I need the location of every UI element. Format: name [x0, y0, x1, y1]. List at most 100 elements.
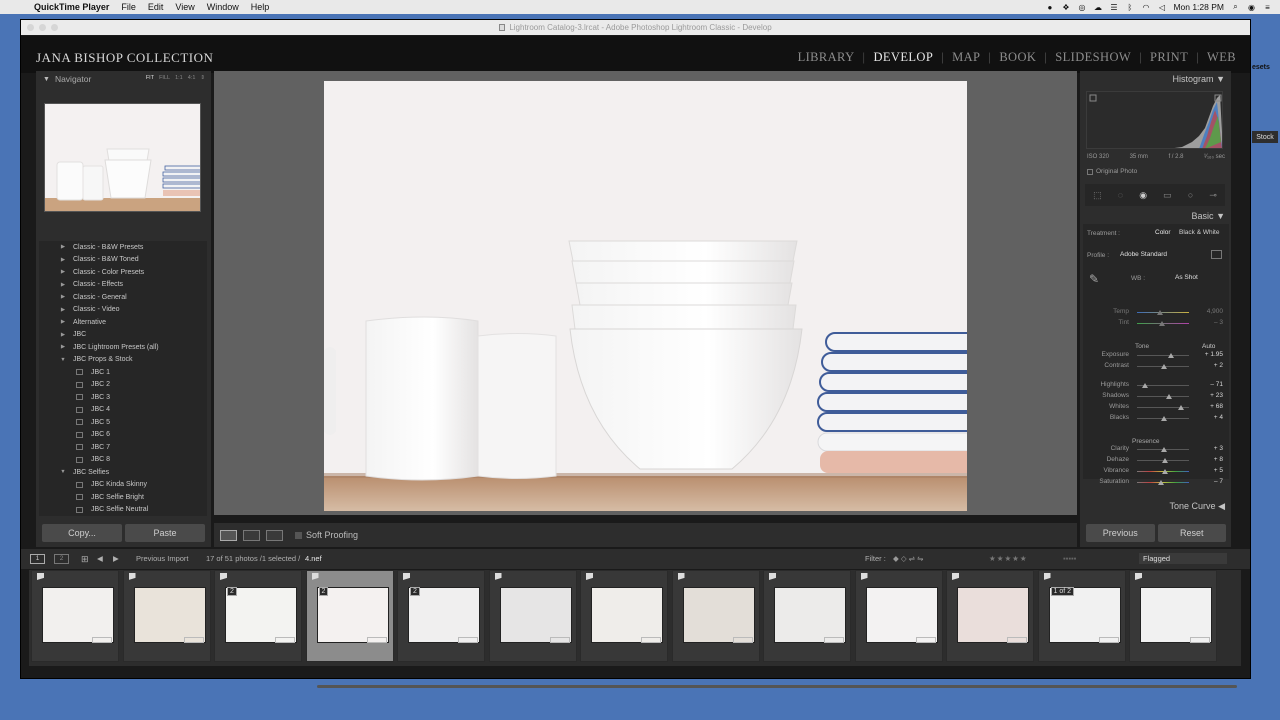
selected-filename[interactable]: 4.nef [305, 554, 322, 563]
collapsed-triangle-icon[interactable]: ▶ [59, 344, 67, 350]
secondary-window-button[interactable]: 2 [54, 554, 69, 564]
record-icon[interactable]: ● [1045, 3, 1054, 12]
preset-folder[interactable]: ▼ JBC Selfies [39, 466, 207, 479]
filmstrip-thumbnail[interactable] [31, 570, 119, 662]
tone-curve-header[interactable]: Tone Curve ◀ [1170, 501, 1225, 512]
siri-icon[interactable]: ◉ [1247, 3, 1256, 12]
spotlight-icon[interactable]: ⌕ [1231, 2, 1240, 12]
slider-thumb[interactable] [1159, 321, 1166, 326]
slider-value[interactable]: + 4 [1197, 414, 1223, 421]
slider-thumb[interactable] [1162, 458, 1169, 463]
histogram-graph[interactable] [1086, 91, 1223, 149]
minimize-window-icon[interactable] [39, 24, 46, 31]
flag-icon[interactable] [311, 573, 319, 580]
menu-edit[interactable]: Edit [148, 2, 164, 12]
histogram-header[interactable]: Histogram ▼ [1173, 74, 1225, 84]
preset-item[interactable]: JBC Selfie Bright [39, 491, 207, 504]
slider-value[interactable]: – 3 [1197, 319, 1223, 326]
flag-filter-icons[interactable]: ◆ ◇ ⇌ ⇋ [893, 554, 923, 563]
graduated-filter-icon[interactable]: ▭ [1163, 190, 1172, 201]
preset-folder[interactable]: ▶ Classic - B&W Toned [39, 254, 207, 267]
slider-value[interactable]: – 71 [1197, 381, 1223, 388]
volume-icon[interactable]: ◁ [1157, 3, 1166, 12]
slider-value[interactable]: + 8 [1197, 456, 1223, 463]
expanded-triangle-icon[interactable]: ▼ [59, 469, 67, 475]
menu-view[interactable]: View [175, 2, 194, 12]
filmstrip-thumbnail[interactable] [946, 570, 1034, 662]
menu-app-name[interactable]: QuickTime Player [34, 2, 109, 12]
flag-icon[interactable] [860, 573, 868, 580]
flag-icon[interactable] [769, 573, 776, 580]
wb-eyedropper-icon[interactable]: ✎ [1089, 272, 1099, 286]
collapsed-triangle-icon[interactable]: ▶ [59, 282, 67, 288]
flag-icon[interactable] [1135, 573, 1142, 580]
collapsed-triangle-icon[interactable]: ▶ [59, 319, 67, 325]
notification-center-icon[interactable]: ≡ [1263, 3, 1272, 12]
filmstrip-thumbnail[interactable]: 1 of 2 [1037, 570, 1126, 662]
collapsed-triangle-icon[interactable]: ▶ [59, 307, 67, 313]
back-arrow-icon[interactable]: ◀ [97, 554, 103, 563]
profile-browser-icon[interactable] [1211, 250, 1222, 259]
bluetooth-icon[interactable]: ᛒ [1125, 3, 1134, 12]
grid-view-icon[interactable]: ⊞ [81, 554, 89, 565]
preset-folder[interactable]: ▶ Classic - General [39, 291, 207, 304]
preset-item[interactable]: JBC 3 [39, 391, 207, 404]
previous-button[interactable]: Previous [1086, 524, 1155, 542]
red-eye-tool-icon[interactable]: ◉ [1139, 190, 1147, 201]
collapsed-triangle-icon[interactable]: ▶ [59, 257, 67, 263]
collapsed-triangle-icon[interactable]: ▶ [59, 294, 67, 300]
menu-window[interactable]: Window [207, 2, 239, 12]
wifi-icon[interactable]: ◠ [1141, 3, 1150, 12]
zoom-4-1[interactable]: 4:1 [188, 75, 196, 81]
preset-item[interactable]: JBC 5 [39, 416, 207, 429]
before-after-split-icon[interactable] [266, 529, 283, 541]
slider-thumb[interactable] [1157, 310, 1164, 315]
module-slideshow[interactable]: SLIDESHOW [1047, 50, 1139, 65]
filmstrip-thumbnail[interactable] [580, 570, 668, 662]
preset-item[interactable]: JBC 4 [39, 404, 207, 417]
slider-thumb[interactable] [1165, 394, 1172, 399]
star-rating-filter[interactable]: ★★★★★ [989, 554, 1028, 563]
module-book[interactable]: BOOK [991, 50, 1044, 65]
expanded-triangle-icon[interactable]: ▼ [59, 357, 67, 363]
filmstrip-thumbnail[interactable]: 2 [214, 570, 302, 662]
module-web[interactable]: WEB [1199, 50, 1244, 65]
preset-folder[interactable]: ▶ Classic - Video [39, 304, 207, 317]
auto-tone-button[interactable]: Auto [1202, 343, 1215, 350]
menubar-clock[interactable]: Mon 1:28 PM [1173, 2, 1224, 12]
primary-window-button[interactable]: 1 [30, 554, 45, 564]
flag-icon[interactable] [586, 573, 593, 580]
before-after-icon[interactable] [243, 529, 260, 541]
filmstrip-thumbnail[interactable] [671, 570, 760, 662]
preset-item[interactable]: JBC 1 [39, 366, 207, 379]
image-canvas[interactable] [214, 71, 1077, 515]
dropbox-icon[interactable]: ❖ [1061, 3, 1070, 12]
navigator-header[interactable]: ▼ Navigator FIT FILL 1:1 4:1 ⇕ [36, 71, 211, 87]
slider-thumb[interactable] [1168, 353, 1175, 358]
slider-thumb[interactable] [1177, 405, 1184, 410]
menu-help[interactable]: Help [251, 2, 270, 12]
filmstrip-thumbnail[interactable] [122, 570, 211, 662]
slider-thumb[interactable] [1160, 447, 1167, 452]
filmstrip-thumbnail[interactable] [763, 570, 851, 662]
main-photo[interactable] [324, 81, 967, 511]
filmstrip-thumbnail[interactable]: 2 [305, 570, 394, 662]
preset-folder[interactable]: ▼ JBC Props & Stock [39, 354, 207, 367]
original-photo-toggle[interactable]: Original Photo [1087, 168, 1137, 175]
close-window-icon[interactable] [27, 24, 34, 31]
soft-proofing-checkbox[interactable] [295, 531, 302, 539]
paste-button[interactable]: Paste [125, 524, 205, 542]
slider-thumb[interactable] [1161, 416, 1168, 421]
forward-arrow-icon[interactable]: ▶ [113, 554, 119, 563]
crop-tool-icon[interactable]: ⬚ [1093, 190, 1102, 201]
slider-value[interactable]: + 68 [1197, 403, 1223, 410]
cloud-icon[interactable]: ☁ [1093, 3, 1102, 12]
filmstrip-source[interactable]: Previous Import [136, 554, 189, 563]
preset-item[interactable]: JBC 6 [39, 429, 207, 442]
slider-track[interactable] [1137, 355, 1189, 356]
slider-thumb[interactable] [1160, 364, 1167, 369]
wb-dropdown[interactable]: As Shot [1175, 274, 1198, 281]
preset-folder[interactable]: ▶ Classic - Effects [39, 279, 207, 292]
slider-value[interactable]: + 3 [1197, 445, 1223, 452]
zoom-fill[interactable]: FILL [159, 75, 170, 81]
